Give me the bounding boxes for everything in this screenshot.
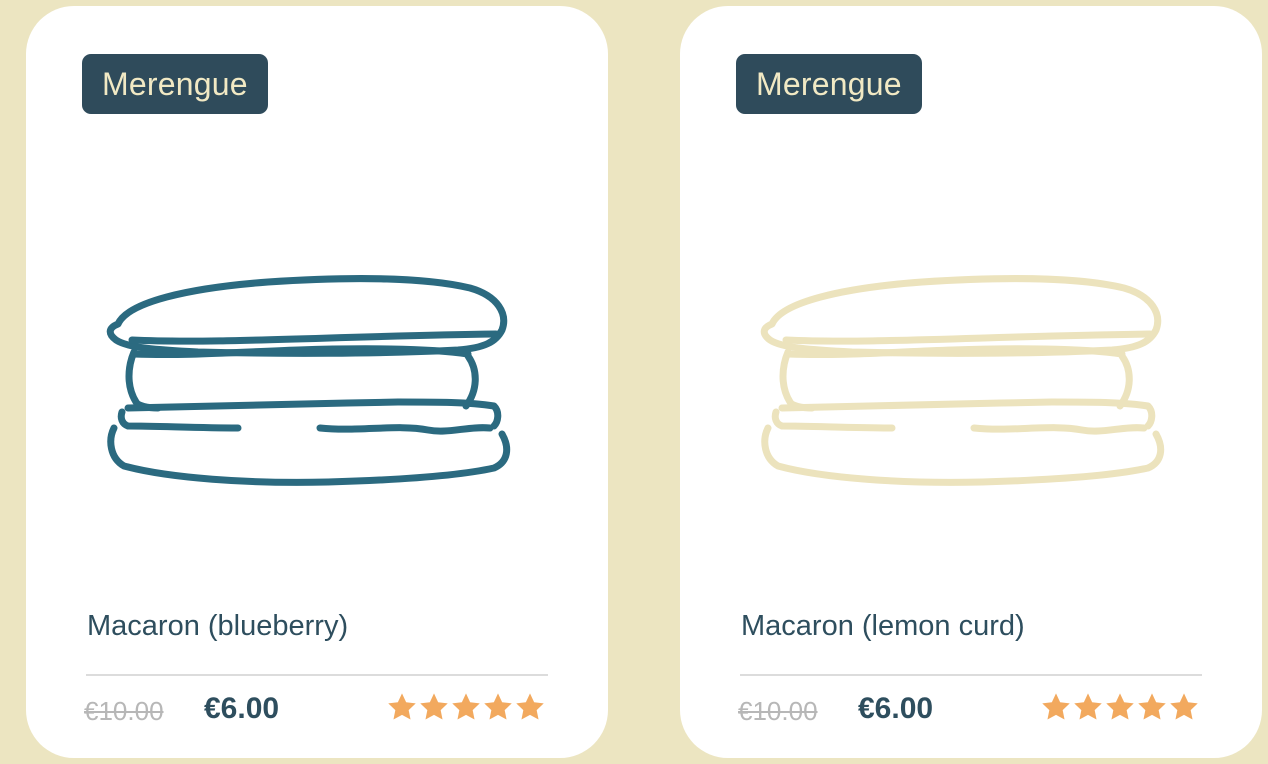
- macaron-icon: [760, 275, 1165, 486]
- original-price: €10.00: [84, 696, 164, 726]
- original-price: €10.00: [738, 696, 818, 726]
- star-icon: [1106, 693, 1134, 720]
- macaron-icon: [106, 275, 511, 486]
- star-icon: [1074, 693, 1102, 720]
- star-icon: [1138, 693, 1166, 720]
- star-icon: [516, 693, 544, 720]
- sale-price: €6.00: [204, 692, 280, 725]
- sale-price: €6.00: [858, 692, 934, 725]
- divider: [740, 674, 1202, 676]
- product-grid: Merengue Macaron (blueberry) €10.00 €6.0…: [0, 0, 1268, 764]
- star-icon: [388, 693, 416, 720]
- star-icon: [420, 693, 448, 720]
- star-icon: [484, 693, 512, 720]
- rating-stars: [386, 691, 546, 723]
- category-badge: Merengue: [736, 54, 922, 114]
- rating-stars: [1040, 691, 1200, 723]
- product-title[interactable]: Macaron (lemon curd): [741, 610, 1025, 643]
- star-icon: [1042, 693, 1070, 720]
- product-card[interactable]: Merengue Macaron (lemon curd) €10.00 €6.…: [680, 6, 1262, 758]
- star-icon: [452, 693, 480, 720]
- category-badge: Merengue: [82, 54, 268, 114]
- star-icon: [1170, 693, 1198, 720]
- product-card[interactable]: Merengue Macaron (blueberry) €10.00 €6.0…: [26, 6, 608, 758]
- divider: [86, 674, 548, 676]
- product-title[interactable]: Macaron (blueberry): [87, 610, 348, 643]
